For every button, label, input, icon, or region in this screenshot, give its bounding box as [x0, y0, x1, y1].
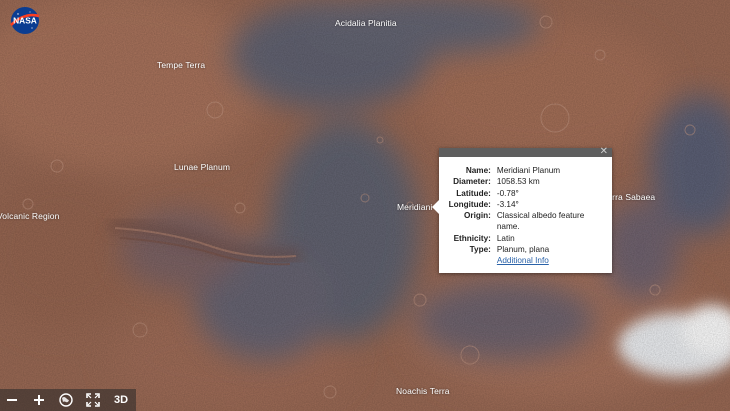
detail-value-link-cell: Additional Info: [497, 255, 612, 266]
plus-icon: [34, 395, 44, 405]
zoom-out-button[interactable]: [3, 391, 21, 409]
popup-pointer: [432, 200, 439, 214]
map-label-noachis-terra[interactable]: Noachis Terra: [396, 386, 450, 396]
feature-details-table: Name: Meridiani Planum Diameter: 1058.53…: [439, 165, 612, 267]
map-label-acidalia-planitia[interactable]: Acidalia Planitia: [335, 18, 397, 28]
map-label-tempe-terra[interactable]: Tempe Terra: [157, 60, 205, 70]
feature-info-popup: ✕ Name: Meridiani Planum Diameter: 1058.…: [432, 146, 612, 273]
detail-label: Type:: [469, 245, 491, 255]
detail-label: Diameter:: [453, 177, 491, 187]
detail-row-type: Type: Planum, plana: [439, 244, 612, 255]
close-icon[interactable]: ✕: [600, 146, 608, 158]
popup-header: ✕: [439, 146, 612, 158]
minus-icon: [7, 399, 17, 401]
detail-row-latitude: Latitude: -0.78°: [439, 188, 612, 199]
zoom-in-button[interactable]: [30, 391, 48, 409]
nasa-logo-text: NASA: [13, 16, 37, 26]
fullscreen-button[interactable]: [84, 391, 102, 409]
detail-label: Name:: [465, 166, 491, 175]
detail-value: Classical albedo feature name.: [496, 211, 585, 232]
mars-map[interactable]: Acidalia Planitia Tempe Terra Lunae Plan…: [0, 0, 730, 411]
detail-value: Planum, plana: [496, 245, 550, 255]
detail-value: -3.14°: [496, 199, 519, 209]
mars-terrain: [0, 0, 730, 411]
map-label-meridiani[interactable]: Meridiani: [397, 202, 432, 212]
globe-button[interactable]: [57, 391, 75, 409]
detail-label: Origin:: [464, 211, 491, 221]
detail-value: 1058.53 km: [496, 177, 540, 187]
map-toolbar: 3D: [0, 389, 136, 411]
map-label-lunae-planum[interactable]: Lunae Planum: [174, 162, 230, 172]
detail-label: Latitude:: [456, 188, 491, 198]
detail-row-diameter: Diameter: 1058.53 km: [439, 176, 612, 187]
detail-row-link: Additional Info: [439, 255, 612, 266]
nasa-logo[interactable]: NASA: [8, 6, 42, 35]
detail-row-origin: Origin: Classical albedo feature name.: [439, 210, 612, 233]
detail-label: Ethnicity:: [453, 233, 491, 243]
detail-label: Longitude:: [448, 199, 491, 209]
view-3d-button[interactable]: 3D: [111, 391, 131, 409]
map-label-volcanic-region[interactable]: Volcanic Region: [0, 211, 59, 221]
globe-icon: [59, 393, 73, 407]
detail-label-empty: [439, 255, 497, 266]
detail-row-ethnicity: Ethnicity: Latin: [439, 233, 612, 244]
additional-info-link[interactable]: Additional Info: [497, 256, 549, 265]
detail-value: Meridiani Planum: [496, 166, 561, 175]
detail-value: Latin: [496, 233, 515, 243]
detail-row-name: Name: Meridiani Planum: [439, 165, 612, 176]
expand-icon: [86, 393, 100, 407]
detail-row-longitude: Longitude: -3.14°: [439, 199, 612, 210]
detail-value: -0.78°: [496, 188, 519, 198]
